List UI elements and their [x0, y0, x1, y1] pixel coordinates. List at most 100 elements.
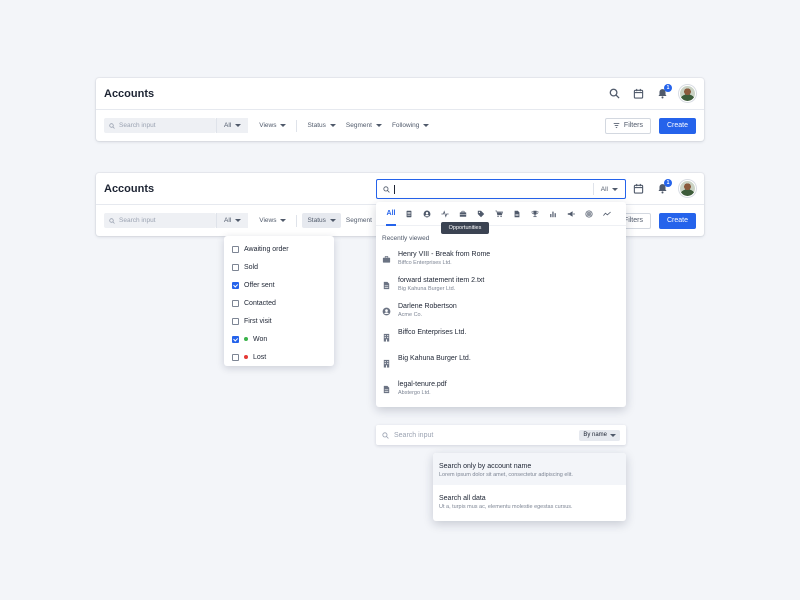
scope-select-label: All [224, 122, 232, 129]
result-text: forward statement item 2.txt Big Kahuna … [398, 276, 484, 293]
scope-select[interactable]: All [216, 213, 249, 228]
views-dropdown-label: Views [259, 122, 277, 129]
views-dropdown[interactable]: Views [254, 118, 291, 133]
avatar[interactable] [679, 180, 696, 197]
search-input[interactable]: Search input [104, 118, 216, 133]
search-mode-menu: Search only by account name Lorem ipsum … [433, 453, 626, 521]
checkbox[interactable] [232, 299, 239, 307]
checkbox[interactable] [232, 263, 239, 271]
divider [296, 214, 298, 227]
checkbox[interactable] [232, 353, 239, 361]
header-bar: Accounts 1 [96, 78, 704, 110]
trend-icon[interactable] [598, 202, 616, 226]
person-icon[interactable] [418, 202, 436, 226]
status-dot-icon [244, 337, 248, 341]
status-option-contacted[interactable]: Contacted [224, 294, 334, 312]
status-option-lost[interactable]: Lost [224, 348, 334, 366]
status-option-offer-sent[interactable]: Offer sent [224, 276, 334, 294]
notification-bell-icon[interactable]: 1 [650, 177, 674, 201]
megaphone-icon[interactable] [562, 202, 580, 226]
result-text: Darlene Robertson Acme Co. [398, 302, 457, 319]
notification-bell-icon[interactable]: 1 [650, 82, 674, 106]
chevron-down-icon [235, 124, 242, 127]
option-description: Ut a, turpis mus ac, elementu molestie e… [439, 504, 573, 510]
target-icon[interactable] [580, 202, 598, 226]
segment-dropdown[interactable]: Segment [341, 118, 387, 133]
search-mode-label: By name [583, 432, 607, 438]
segment-dropdown-label: Segment [345, 122, 372, 129]
global-search-input[interactable]: All [376, 179, 626, 199]
search-result-item[interactable]: legal-tenure.pdf Abstergo Ltd. [376, 380, 626, 406]
search-result-item[interactable]: Darlene Robertson Acme Co. [376, 302, 626, 328]
page-title: Accounts [104, 87, 155, 100]
checkbox[interactable] [232, 245, 239, 253]
status-option-label: Lost [253, 353, 267, 361]
calendar-icon[interactable] [626, 82, 650, 106]
status-dropdown[interactable]: Status [302, 213, 341, 228]
result-text: Big Kahuna Burger Ltd. [398, 354, 471, 363]
result-text: Henry VIII - Break from Rome Biffco Ente… [398, 250, 490, 267]
status-dropdown-label: Status [307, 122, 326, 129]
result-subtitle: Abstergo Ltd. [398, 390, 431, 396]
option-description: Lorem ipsum dolor sit amet, consectetur … [439, 472, 573, 478]
following-dropdown[interactable]: Following [387, 118, 434, 133]
search-result-item[interactable]: Big Kahuna Burger Ltd. [376, 354, 626, 380]
search-icon [109, 217, 115, 224]
search-placeholder: Search input [119, 217, 156, 224]
search-mode-select[interactable]: By name [579, 429, 620, 441]
status-option-label: Sold [244, 263, 259, 271]
avatar[interactable] [679, 85, 696, 102]
filters-button[interactable]: Filters [604, 117, 651, 134]
option-title: Search all data [439, 495, 486, 502]
search-result-item[interactable]: Biffco Enterprises Ltd. [376, 328, 626, 354]
status-option-label: Offer sent [244, 281, 275, 289]
search-scope-select[interactable]: All [592, 183, 625, 195]
tab-all-label: All [386, 210, 396, 217]
search-icon[interactable] [602, 82, 626, 106]
search-icon [109, 122, 115, 129]
result-name: Big Kahuna Burger Ltd. [398, 355, 471, 362]
document-icon[interactable] [400, 202, 418, 226]
search-mode-option-all-data[interactable]: Search all data Ut a, turpis mus ac, ele… [433, 485, 626, 517]
status-dot-icon [244, 355, 248, 359]
header-actions: 1 [602, 82, 696, 106]
create-button[interactable]: Create [658, 212, 696, 229]
file-icon [382, 277, 391, 290]
status-dropdown[interactable]: Status [302, 118, 340, 133]
tooltip-opportunities: Opportunities [441, 222, 489, 234]
status-option-first-visit[interactable]: First visit [224, 312, 334, 330]
create-button[interactable]: Create [658, 117, 696, 134]
tab-all[interactable]: All [382, 202, 400, 226]
chevron-down-icon [235, 219, 242, 222]
checkbox-checked[interactable] [232, 335, 239, 343]
trophy-icon[interactable] [526, 202, 544, 226]
search-result-item[interactable]: forward statement item 2.txt Big Kahuna … [376, 276, 626, 302]
account-search-input[interactable]: Search input By name [376, 425, 626, 445]
file-icon[interactable] [508, 202, 526, 226]
status-menu: Awaiting order Sold Offer sent Contacted… [224, 236, 334, 366]
search-placeholder: Search input [394, 431, 434, 439]
status-option-awaiting-order[interactable]: Awaiting order [224, 240, 334, 258]
scope-select[interactable]: All [216, 118, 249, 133]
checkbox[interactable] [232, 317, 239, 325]
status-option-won[interactable]: Won [224, 330, 334, 348]
calendar-icon[interactable] [626, 177, 650, 201]
checkbox-checked[interactable] [232, 281, 239, 289]
search-input[interactable]: Search input [104, 213, 216, 228]
file-icon [382, 381, 391, 394]
search-result-item[interactable]: Henry VIII - Break from Rome Biffco Ente… [376, 250, 626, 276]
bar-chart-icon[interactable] [544, 202, 562, 226]
cart-icon[interactable] [490, 202, 508, 226]
search-mode-option-by-name[interactable]: Search only by account name Lorem ipsum … [433, 453, 626, 485]
filter-icon [613, 122, 620, 129]
status-option-sold[interactable]: Sold [224, 258, 334, 276]
chevron-down-icon [329, 219, 336, 222]
chevron-down-icon [280, 219, 287, 222]
search-category-tabs: All [376, 202, 626, 226]
section-heading-recently-viewed: Recently viewed [382, 235, 430, 242]
search-scope-label: All [600, 185, 608, 193]
views-dropdown[interactable]: Views [254, 213, 291, 228]
search-icon [383, 185, 390, 193]
following-dropdown-label: Following [391, 122, 420, 129]
building-icon [382, 355, 391, 368]
